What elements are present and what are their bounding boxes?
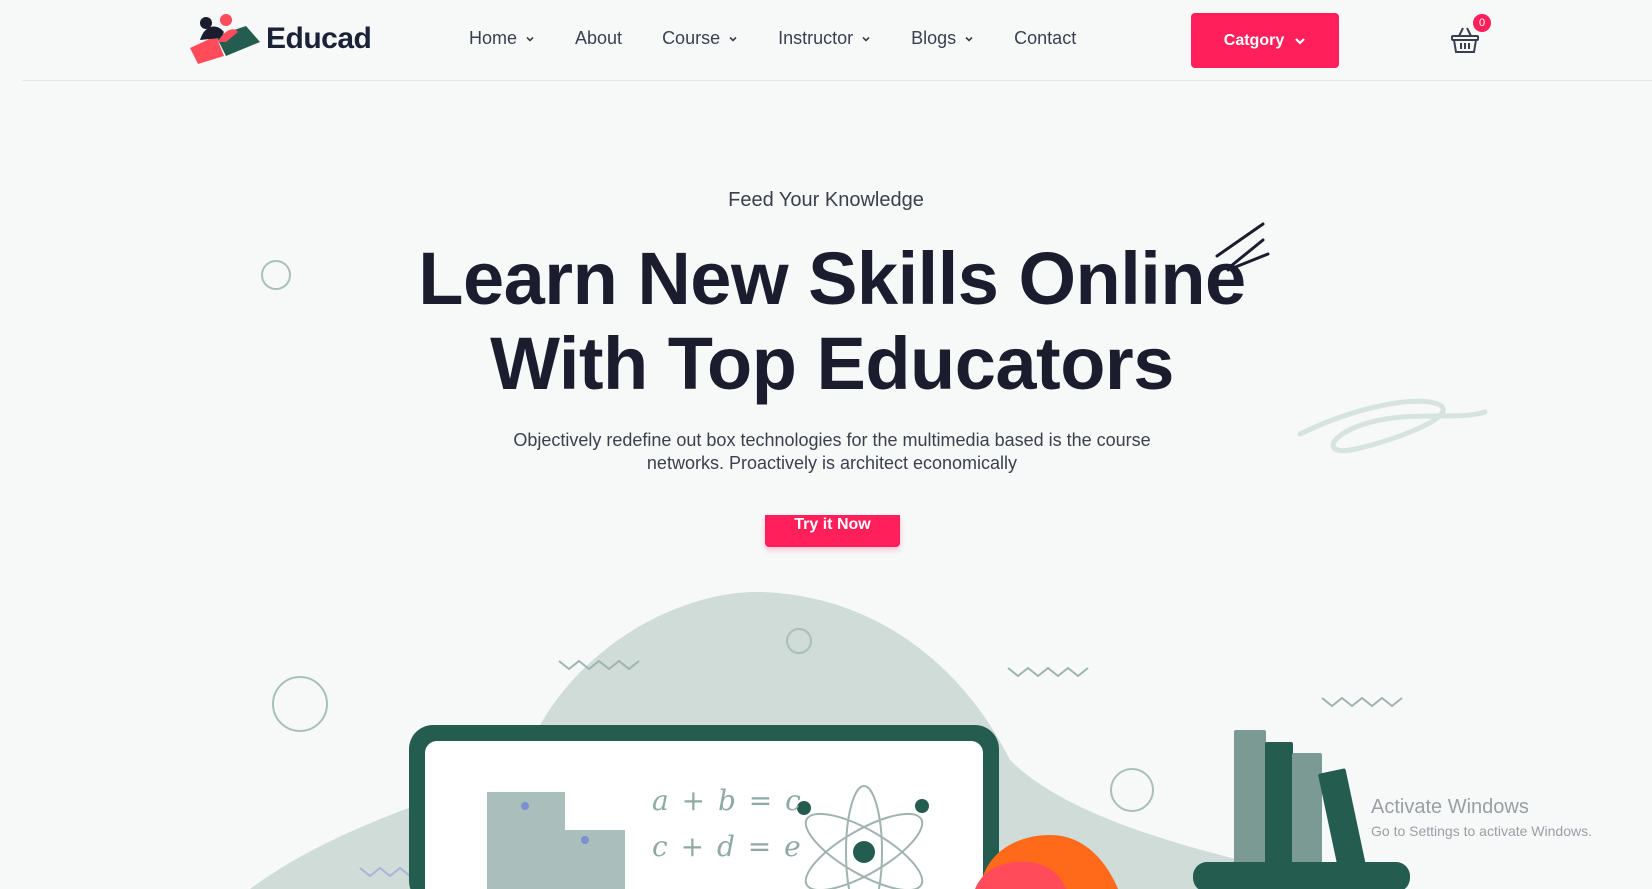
chevron-down-icon: [965, 36, 973, 42]
zigzag-decor: [359, 866, 411, 878]
try-it-now-button[interactable]: Try it Now: [765, 515, 900, 547]
orange-shape: [980, 835, 1118, 889]
header-divider: [22, 80, 1652, 81]
nav-contact[interactable]: Contact: [1014, 28, 1076, 49]
hero-subtitle-line2: networks. Proactively is architect econo…: [646, 453, 1018, 473]
logo-icon: [190, 14, 260, 64]
hero-title-line1: Learn New Skills Online: [418, 237, 1246, 320]
watermark-title: Activate Windows: [1371, 796, 1529, 818]
hero-title-line2: With Top Educators: [490, 322, 1174, 405]
nav-label: Instructor: [778, 28, 854, 48]
decor-circle: [272, 676, 328, 732]
equation-1: a + b = c: [652, 784, 803, 817]
cart-count-badge: 0: [1473, 14, 1491, 32]
category-button-label: Catgory: [1223, 31, 1285, 49]
book: [1292, 753, 1322, 865]
hero-kicker: Feed Your Knowledge: [728, 189, 924, 211]
hero-title: Learn New Skills Online With Top Educato…: [0, 236, 1652, 406]
nav-about[interactable]: About: [575, 28, 622, 49]
nav-instructor[interactable]: Instructor: [778, 28, 871, 49]
site-header: Educad Home About Course Instructor Blog…: [0, 0, 1652, 81]
brand-logo[interactable]: Educad: [186, 12, 372, 66]
board-block: [547, 830, 625, 889]
book: [1265, 742, 1293, 865]
nav-blogs[interactable]: Blogs: [911, 28, 974, 49]
windows-activation-watermark: Activate Windows Go to Settings to activ…: [1371, 796, 1592, 839]
zigzag-decor: [1007, 666, 1089, 678]
nav-label: Course: [662, 28, 721, 48]
nav-label: About: [575, 28, 623, 48]
book: [1234, 730, 1266, 865]
chevron-down-icon: [729, 36, 737, 42]
hero-subtitle-line1: Objectively redefine out box technologie…: [513, 430, 1151, 450]
nav-label: Blogs: [911, 28, 957, 48]
main-nav: Home About Course Instructor Blogs Conta…: [469, 28, 1116, 49]
board-block: [487, 792, 565, 889]
nav-home[interactable]: Home: [469, 28, 535, 49]
decor-circle: [1110, 768, 1154, 812]
bookshelf: [1193, 862, 1410, 889]
zigzag-decor: [558, 659, 640, 671]
book: [1318, 768, 1366, 872]
equation-2: c + d = e: [652, 830, 803, 863]
decor-circle: [786, 628, 812, 654]
hero-subtitle: Objectively redefine out box technologie…: [0, 429, 1652, 475]
chevron-down-icon: [526, 36, 534, 42]
chevron-down-icon: [862, 36, 870, 42]
atom-icon: [797, 785, 929, 889]
nav-label: Contact: [1014, 28, 1077, 48]
nav-course[interactable]: Course: [662, 28, 738, 49]
category-button[interactable]: Catgory: [1191, 13, 1339, 68]
nav-label: Home: [469, 28, 518, 48]
zigzag-decor: [1321, 696, 1403, 708]
watermark-subtitle: Go to Settings to activate Windows.: [1371, 823, 1592, 839]
brand-name: Educad: [266, 22, 372, 55]
chevron-down-icon: [1295, 37, 1305, 45]
